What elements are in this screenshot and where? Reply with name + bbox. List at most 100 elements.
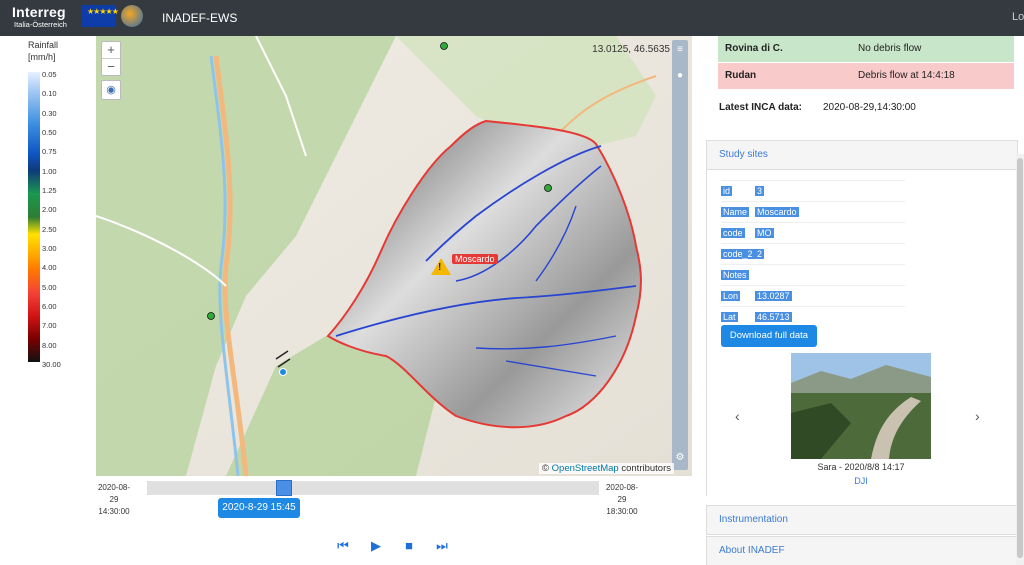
attribute-key: Lon (721, 285, 755, 307)
attribute-key: Notes (721, 264, 755, 286)
region-text: Italia-Österreich (14, 20, 67, 29)
attribute-key: code_2 (721, 243, 755, 265)
station-marker[interactable] (440, 42, 448, 50)
current-time-badge: 2020-8-29 15:45 (218, 498, 300, 518)
attribute-key: Name (721, 201, 755, 223)
stop-icon[interactable]: ■ (402, 539, 416, 553)
attribution-suffix: contributors (621, 463, 671, 474)
site-attribute-row: code_2 2 (721, 243, 905, 265)
skip-forward-icon[interactable]: ⏭ (435, 539, 449, 553)
map-canvas[interactable] (96, 36, 692, 476)
about-label: About INADEF (719, 545, 785, 556)
attribute-key-text: Notes (721, 270, 749, 280)
attribute-key-text: code (721, 228, 745, 238)
legend-unit: [mm/h] (28, 52, 56, 62)
start-time: 2020-08- 29 14:30:00 (96, 482, 132, 518)
site-attribute-row: id 3 (721, 180, 905, 202)
zoom-control: + − (101, 41, 121, 76)
attribute-value: 46.5713 (755, 306, 905, 327)
menu-icon[interactable]: ≡ (674, 44, 686, 56)
legend-tick: 4.00 (42, 263, 57, 273)
legend-tick: 0.30 (42, 108, 57, 118)
legend-tick: 2.00 (42, 205, 57, 215)
panel-scrollbar[interactable] (1016, 154, 1024, 565)
end-time-clock: 18:30:00 (606, 507, 638, 516)
start-time-date: 2020-08- (97, 483, 131, 492)
scrollbar-thumb[interactable] (1017, 158, 1023, 558)
legend-tick: 2.50 (42, 224, 57, 234)
inadef-logo-icon (121, 5, 143, 27)
map-view[interactable]: + − ◉ 13.0125, 46.5635 ! Moscardo ≡ ● ⚙ … (96, 36, 692, 476)
study-sites-body: id 3 Name Moscardo code MO code_2 2 Notes Lon 13.0… (706, 160, 1018, 496)
attribute-value-text: MO (755, 228, 774, 238)
site-photo (791, 353, 931, 459)
legend-tick: 0.10 (42, 89, 57, 99)
layers-icon[interactable]: ● (674, 70, 686, 82)
download-full-data-button[interactable]: Download full data (721, 325, 817, 347)
interreg-logo: Interreg Italia-Österreich ★★★★★ (8, 2, 150, 34)
play-icon[interactable]: ▶ (369, 539, 383, 553)
legend-tick: 1.00 (42, 166, 57, 176)
site-name: Rovina di C. (725, 43, 783, 54)
start-time-clock: 14:30:00 (98, 507, 130, 516)
attribute-key: code (721, 222, 755, 244)
time-slider-track[interactable] (147, 481, 599, 495)
instrumentation-header[interactable]: Instrumentation (706, 505, 1018, 535)
about-header[interactable]: About INADEF (706, 536, 1018, 565)
attribute-key: Lat (721, 306, 755, 327)
zoom-out-button[interactable]: − (102, 58, 120, 75)
legend-tick: 30.00 (42, 360, 61, 369)
site-label[interactable]: Moscardo (452, 254, 498, 264)
warning-exclamation: ! (438, 262, 442, 273)
legend-tick: 5.00 (42, 282, 57, 292)
site-attribute-row: Name Moscardo (721, 201, 905, 223)
carousel-next-icon[interactable]: › (975, 408, 980, 424)
station-marker[interactable] (544, 184, 552, 192)
legend-title: Rainfall (28, 40, 59, 50)
time-slider-panel: 2020-08- 29 14:30:00 2020-08- 29 18:30:0… (96, 476, 692, 565)
skip-back-icon[interactable]: ⏮ (336, 539, 350, 553)
legend-tick: 0.50 (42, 128, 57, 137)
site-status: No debris flow (858, 43, 922, 54)
inca-value: 2020-08-29,14:30:00 (823, 102, 916, 113)
status-row[interactable]: Rovina di C. No debris flow (718, 36, 1014, 62)
attribute-key-text: code_2 (721, 249, 755, 259)
osm-link[interactable]: OpenStreetMap (552, 463, 619, 474)
status-row[interactable]: Rudan Debris flow at 14:4:18 (718, 63, 1014, 89)
station-marker[interactable] (207, 312, 215, 320)
settings-icon[interactable]: ⚙ (674, 452, 686, 464)
map-sidebar-strip: ≡ ● ⚙ (672, 40, 688, 470)
site-attributes-table: id 3 Name Moscardo code MO code_2 2 Notes Lon 13.0… (721, 180, 905, 327)
position-marker[interactable] (279, 368, 287, 376)
rainfall-legend: Rainfall [mm/h] 0.05 0.10 0.30 0.50 0.75 1.00… (0, 36, 96, 376)
attribute-value (755, 264, 905, 286)
attribute-value-text: 2 (755, 249, 765, 259)
attribute-value: Moscardo (755, 201, 905, 223)
top-navbar: Interreg Italia-Österreich ★★★★★ INADEF-… (0, 0, 1024, 36)
legend-tick: 7.00 (42, 321, 57, 331)
photo-credit-link[interactable]: DJI (791, 476, 931, 486)
inca-label: Latest INCA data: (719, 102, 802, 113)
carousel-prev-icon[interactable]: ‹ (735, 408, 740, 424)
attribute-value-text: Moscardo (755, 207, 799, 217)
attribution-prefix: © (542, 463, 549, 474)
time-slider-handle[interactable] (275, 480, 292, 496)
attribute-key-text: Name (721, 207, 750, 217)
attribute-value-text: 46.5713 (755, 312, 792, 322)
site-status: Debris flow at 14:4:18 (858, 70, 955, 81)
site-name: Rudan (725, 70, 757, 81)
map-attribution: © OpenStreetMap contributors (539, 463, 674, 474)
attribute-key-text: Lon (721, 291, 741, 301)
coordinate-readout: 13.0125, 46.5635 (592, 44, 670, 55)
attribute-value: MO (755, 222, 905, 244)
login-link[interactable]: Lo (1012, 11, 1024, 23)
attribute-value: 3 (755, 180, 905, 202)
photo-caption: Sara - 2020/8/8 14:17 (817, 462, 905, 472)
layers-icon[interactable]: ◉ (101, 80, 121, 100)
app-title[interactable]: INADEF-EWS (162, 11, 237, 25)
end-time-date: 2020-08- (605, 483, 639, 492)
zoom-in-button[interactable]: + (102, 42, 120, 58)
site-attribute-row: Notes (721, 264, 905, 286)
attribute-key-text: id (721, 186, 733, 196)
legend-color-bar (28, 72, 40, 362)
